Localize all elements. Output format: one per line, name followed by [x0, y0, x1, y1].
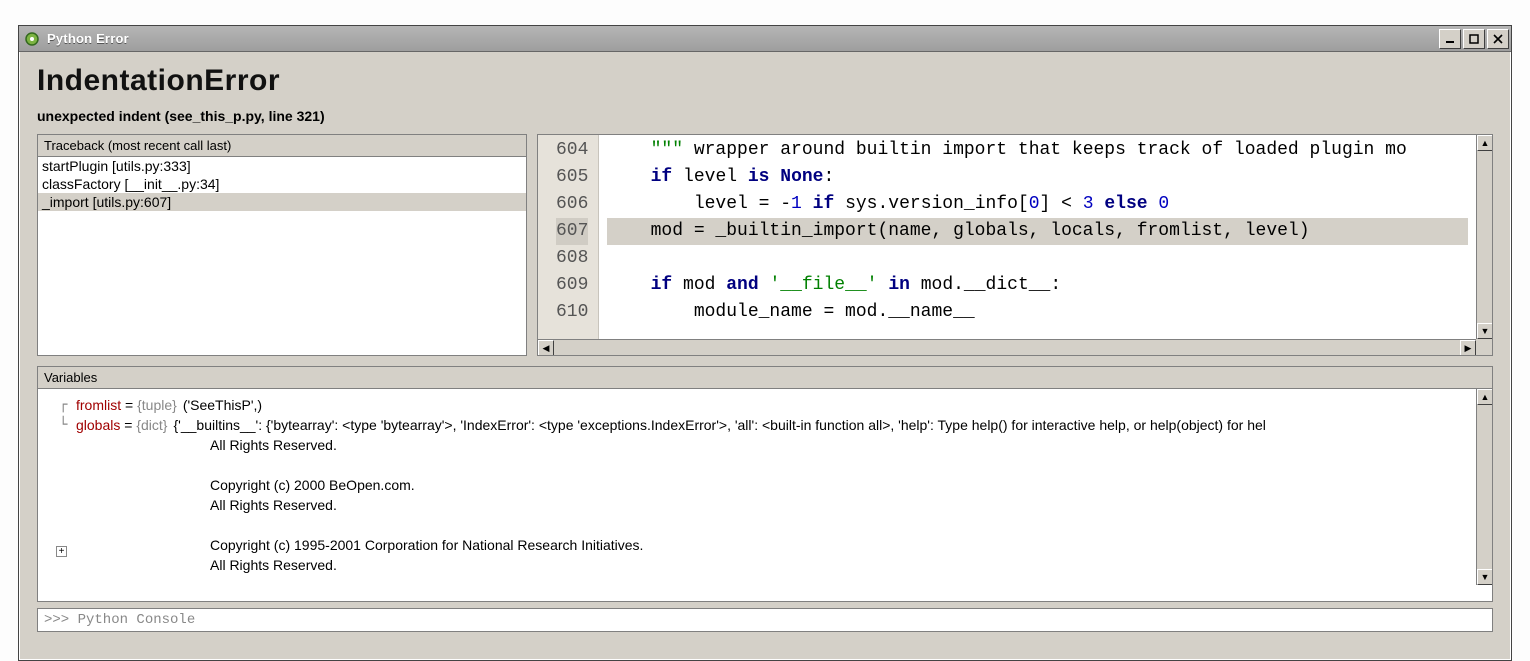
traceback-item[interactable]: _import [utils.py:607]: [38, 193, 526, 211]
traceback-item[interactable]: classFactory [__init__.py:34]: [38, 175, 526, 193]
traceback-panel: Traceback (most recent call last) startP…: [37, 134, 527, 356]
code-line[interactable]: level = -1 if sys.version_info[0] < 3 el…: [607, 191, 1468, 218]
code-panel: 604605606607608609610 """ wrapper around…: [537, 134, 1493, 356]
traceback-item[interactable]: startPlugin [utils.py:333]: [38, 157, 526, 175]
scroll-up-icon[interactable]: ▲: [1477, 389, 1492, 405]
var-value: ('SeeThisP',): [183, 395, 262, 415]
var-value: {'__builtins__': {'bytearray': <type 'by…: [173, 415, 1265, 435]
error-dialog: Python Error IndentationError unexpected…: [18, 25, 1512, 661]
error-subtitle: unexpected indent (see_this_p.py, line 3…: [37, 108, 1493, 124]
window-title: Python Error: [47, 31, 1437, 46]
var-type: {tuple}: [137, 395, 177, 415]
variables-header: Variables: [38, 367, 1492, 389]
code-line[interactable]: mod = _builtin_import(name, globals, loc…: [607, 218, 1468, 245]
scroll-right-icon[interactable]: ▶: [1460, 340, 1476, 355]
close-button[interactable]: [1487, 29, 1509, 49]
code-line[interactable]: if level is None:: [607, 164, 1468, 191]
scroll-up-icon[interactable]: ▲: [1477, 135, 1492, 151]
scroll-down-icon[interactable]: ▼: [1477, 569, 1492, 585]
app-icon: [23, 30, 41, 48]
variables-body[interactable]: ┌ fromlist = {tuple} ('SeeThisP',) └ glo…: [38, 389, 1476, 581]
maximize-button[interactable]: [1463, 29, 1485, 49]
minimize-button[interactable]: [1439, 29, 1461, 49]
traceback-header: Traceback (most recent call last): [38, 135, 526, 157]
vertical-scrollbar[interactable]: ▲ ▼: [1476, 389, 1492, 585]
expand-icon[interactable]: +: [56, 546, 67, 557]
code-view[interactable]: 604605606607608609610 """ wrapper around…: [538, 135, 1476, 339]
horizontal-scrollbar[interactable]: ◀ ▶: [538, 339, 1476, 355]
var-name: globals: [76, 415, 120, 435]
scroll-down-icon[interactable]: ▼: [1477, 323, 1492, 339]
code-line[interactable]: module_name = mod.__name__: [607, 299, 1468, 326]
console-prompt: >>> Python Console: [44, 612, 195, 628]
code-line[interactable]: if mod and '__file__' in mod.__dict__:: [607, 272, 1468, 299]
var-value-continuation: All Rights Reserved. Copyright (c) 2000 …: [46, 435, 1468, 575]
titlebar[interactable]: Python Error: [19, 26, 1511, 52]
code-line[interactable]: """ wrapper around builtin import that k…: [607, 137, 1468, 164]
var-name: fromlist: [76, 395, 121, 415]
variable-row[interactable]: └ globals = {dict} {'__builtins__': {'by…: [46, 415, 1468, 435]
traceback-list[interactable]: startPlugin [utils.py:333]classFactory […: [38, 157, 526, 211]
vertical-scrollbar[interactable]: ▲ ▼: [1476, 135, 1492, 339]
variables-panel: Variables ┌ fromlist = {tuple} ('SeeThis…: [37, 366, 1493, 602]
scroll-left-icon[interactable]: ◀: [538, 340, 554, 355]
code-line[interactable]: [607, 245, 1468, 272]
var-type: {dict}: [136, 415, 167, 435]
console-input[interactable]: >>> Python Console: [37, 608, 1493, 632]
variable-row[interactable]: ┌ fromlist = {tuple} ('SeeThisP',): [46, 395, 1468, 415]
error-heading: IndentationError: [37, 64, 1493, 98]
